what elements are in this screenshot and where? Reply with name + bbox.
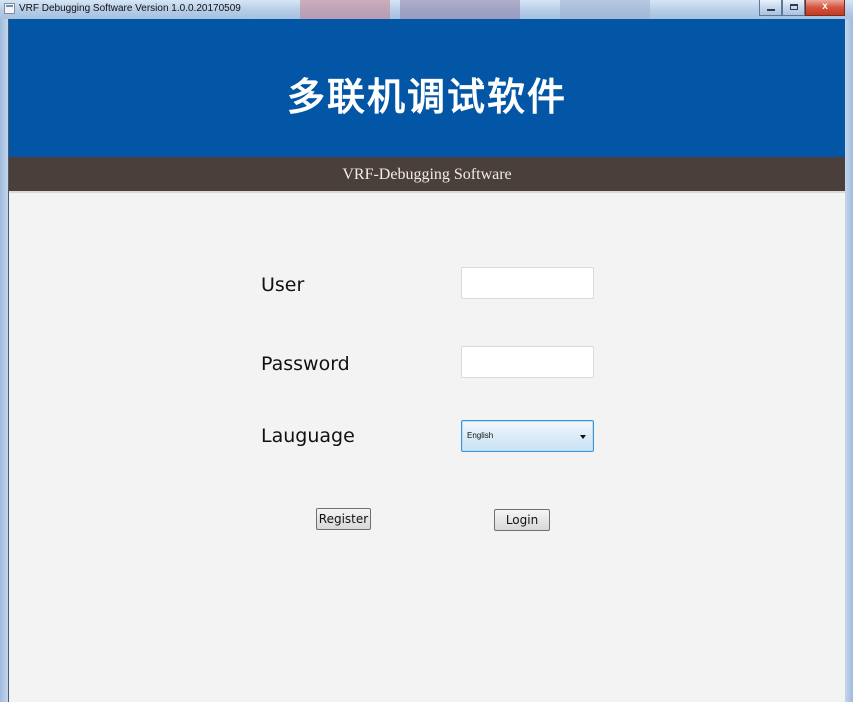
maximize-icon: [790, 4, 798, 10]
password-input[interactable]: [461, 346, 594, 378]
user-label: User: [261, 274, 305, 296]
header-banner: 多联机调试软件: [9, 19, 845, 157]
window-controls: x: [759, 0, 845, 17]
language-select[interactable]: English: [461, 420, 594, 452]
window-title: VRF Debugging Software Version 1.0.0.201…: [19, 3, 241, 14]
login-button[interactable]: Login: [494, 509, 550, 531]
register-button[interactable]: Register: [316, 508, 371, 530]
title-bar-decoration: [400, 0, 520, 19]
app-icon: [4, 3, 15, 14]
chevron-down-icon: [580, 435, 586, 439]
window-frame-right: [845, 19, 853, 702]
window-frame-left: [0, 19, 8, 702]
language-label: Lauguage: [261, 425, 355, 447]
user-input[interactable]: [461, 267, 594, 299]
close-button[interactable]: x: [805, 0, 845, 16]
title-bar[interactable]: VRF Debugging Software Version 1.0.0.201…: [0, 0, 853, 19]
sub-header: VRF-Debugging Software: [9, 157, 845, 191]
app-title-cn: 多联机调试软件: [286, 75, 567, 119]
minimize-button[interactable]: [759, 0, 782, 16]
title-bar-decoration: [560, 0, 650, 19]
client-area: 多联机调试软件 VRF-Debugging Software User Pass…: [8, 19, 845, 702]
password-label: Password: [261, 353, 350, 375]
maximize-button[interactable]: [782, 0, 805, 16]
app-title-en: VRF-Debugging Software: [342, 166, 512, 183]
close-icon: x: [822, 1, 828, 12]
divider: [9, 191, 845, 193]
app-window: VRF Debugging Software Version 1.0.0.201…: [0, 0, 853, 702]
title-bar-decoration: [300, 0, 390, 19]
language-selected-value: English: [467, 431, 494, 440]
minimize-icon: [767, 9, 775, 11]
